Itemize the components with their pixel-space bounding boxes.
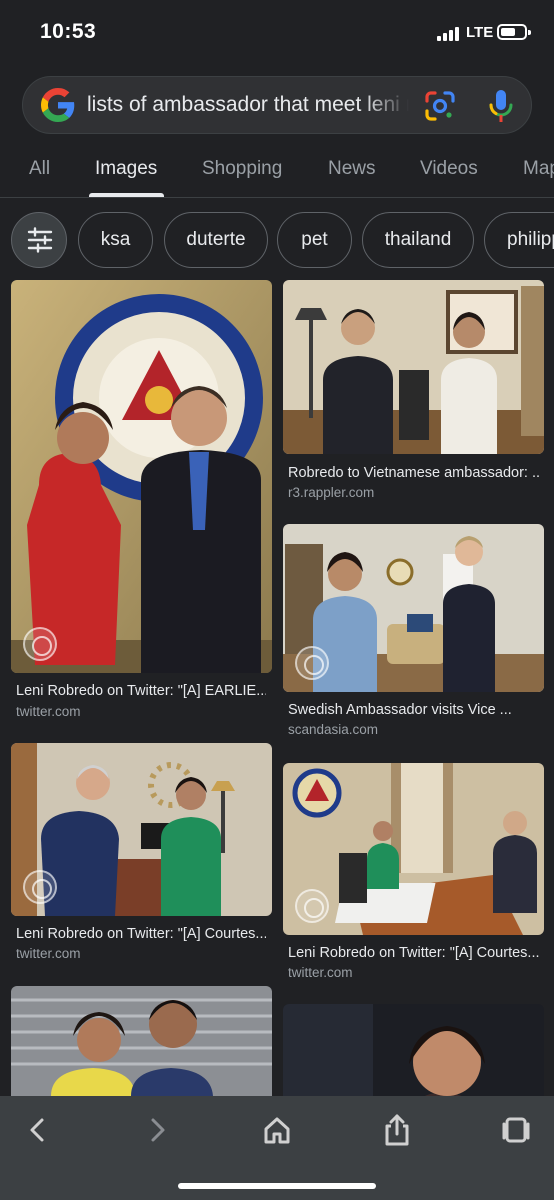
tabs-icon[interactable] — [496, 1110, 536, 1150]
search-tabs: All Images Shopping News Videos Maps — [0, 142, 554, 198]
image-badge-icon — [295, 889, 329, 923]
search-input[interactable]: lists of ambassador that meet leni robre… — [87, 93, 409, 117]
tab-shopping[interactable]: Shopping — [202, 158, 282, 180]
battery-icon — [497, 24, 531, 40]
chevron-left-icon[interactable] — [18, 1110, 58, 1150]
filter-chip-button[interactable] — [11, 212, 67, 268]
google-logo-icon[interactable] — [41, 88, 75, 122]
tab-news[interactable]: News — [328, 158, 376, 180]
result-thumbnail[interactable] — [11, 743, 272, 916]
tune-icon — [27, 227, 53, 253]
active-tab-indicator — [89, 193, 164, 197]
tab-maps[interactable]: Maps — [523, 158, 554, 180]
result-thumbnail[interactable] — [283, 524, 544, 692]
result-caption: Leni Robredo on Twitter: "[A] EARLIE... — [16, 683, 266, 699]
image-result-card[interactable] — [283, 1004, 544, 1096]
google-lens-icon[interactable] — [423, 89, 457, 123]
result-source: twitter.com — [16, 704, 81, 719]
signal-icon — [437, 27, 461, 41]
image-result-card[interactable]: Leni Robredo on Twitter: "[A] EARLIE... … — [11, 280, 272, 720]
result-caption: Robredo to Vietnamese ambassador: ... — [288, 465, 540, 481]
tab-images[interactable]: Images — [95, 158, 157, 180]
result-source: twitter.com — [288, 965, 353, 980]
network-type: LTE — [466, 24, 494, 41]
chip-philippines[interactable]: philippines — [484, 212, 554, 268]
image-badge-icon — [23, 627, 57, 661]
result-thumbnail[interactable] — [11, 280, 272, 673]
result-thumbnail[interactable] — [283, 763, 544, 935]
chip-pet[interactable]: pet — [277, 212, 352, 268]
tab-videos[interactable]: Videos — [420, 158, 478, 180]
image-results-grid: Leni Robredo on Twitter: "[A] EARLIE... … — [0, 280, 554, 1096]
share-icon[interactable] — [377, 1110, 417, 1150]
image-result-card[interactable]: Robredo to Vietnamese ambassador: ... r3… — [283, 280, 544, 502]
chip-ksa[interactable]: ksa — [78, 212, 153, 268]
image-badge-icon — [23, 870, 57, 904]
home-icon[interactable] — [257, 1110, 297, 1150]
search-bar[interactable]: lists of ambassador that meet leni robre… — [22, 76, 532, 134]
result-thumbnail[interactable] — [11, 986, 272, 1096]
image-result-card[interactable] — [11, 986, 272, 1096]
home-indicator[interactable] — [178, 1183, 376, 1189]
image-result-card[interactable]: Leni Robredo on Twitter: "[A] Courtes...… — [283, 763, 544, 985]
result-caption: Leni Robredo on Twitter: "[A] Courtes... — [16, 926, 266, 942]
chip-duterte[interactable]: duterte — [164, 212, 268, 268]
result-caption: Swedish Ambassador visits Vice ... — [288, 702, 512, 718]
status-bar: 10:53 LTE — [0, 0, 554, 68]
result-source: scandasia.com — [288, 722, 379, 737]
chip-thailand[interactable]: thailand — [362, 212, 474, 268]
result-caption: Leni Robredo on Twitter: "[A] Courtes... — [288, 945, 540, 961]
chevron-right-icon[interactable] — [137, 1110, 177, 1150]
result-thumbnail[interactable] — [283, 1004, 544, 1096]
image-result-card[interactable]: Leni Robredo on Twitter: "[A] Courtes...… — [11, 743, 272, 965]
image-badge-icon — [295, 646, 329, 680]
tab-all[interactable]: All — [29, 158, 50, 180]
status-time: 10:53 — [40, 20, 97, 43]
image-result-card[interactable]: Swedish Ambassador visits Vice ... scand… — [283, 524, 544, 746]
filter-chips: ksa duterte pet thailand philippines — [0, 211, 554, 269]
result-source: twitter.com — [16, 946, 81, 961]
microphone-icon[interactable] — [486, 88, 516, 124]
result-thumbnail[interactable] — [283, 280, 544, 454]
result-source: r3.rappler.com — [288, 485, 375, 500]
